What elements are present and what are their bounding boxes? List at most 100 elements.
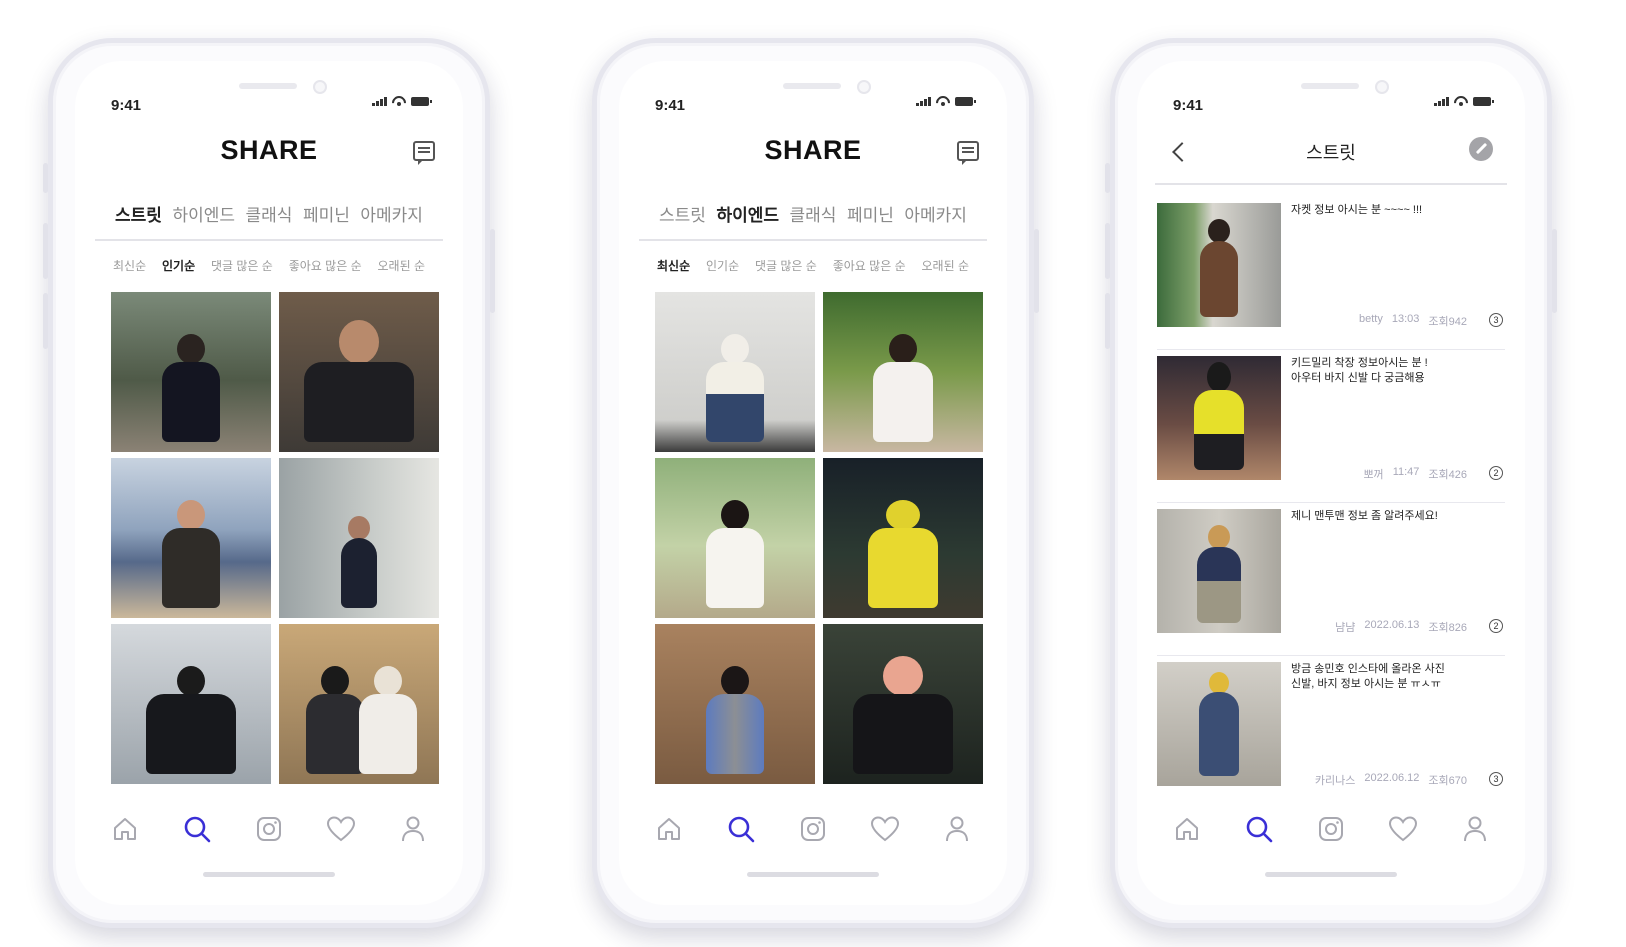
post-list: 자켓 정보 아시는 분 ~~~~ !!! betty 13:03 조회942 3… <box>1157 197 1505 808</box>
comment-count-badge: 2 <box>1489 619 1503 633</box>
post-thumbnail <box>1157 509 1281 633</box>
sort-latest[interactable]: 최신순 <box>113 257 146 274</box>
tab-amekaji[interactable]: 아메카지 <box>360 193 423 239</box>
pencil-icon[interactable] <box>1469 137 1493 161</box>
photo-thumbnail[interactable] <box>823 624 983 784</box>
wifi-icon <box>392 96 406 106</box>
sort-latest[interactable]: 최신순 <box>657 257 690 274</box>
wifi-icon <box>936 96 950 106</box>
post-views: 조회826 <box>1428 622 1467 634</box>
battery-icon <box>1473 97 1494 106</box>
home-icon[interactable] <box>109 813 141 845</box>
instagram-icon[interactable] <box>1315 813 1347 845</box>
list-item[interactable]: 제니 맨투맨 정보 좀 알려주세요! 냠냠 2022.06.13 조회826 2 <box>1157 503 1505 656</box>
tab-classic[interactable]: 클래식 <box>246 193 293 239</box>
post-views: 조회942 <box>1428 316 1467 328</box>
home-indicator <box>1265 872 1397 877</box>
list-item[interactable]: 자켓 정보 아시는 분 ~~~~ !!! betty 13:03 조회942 3 <box>1157 197 1505 350</box>
post-time: 2022.06.12 <box>1364 772 1420 784</box>
wifi-icon <box>1454 96 1468 106</box>
tab-street[interactable]: 스트릿 <box>115 193 162 239</box>
sort-popular[interactable]: 인기순 <box>162 257 195 274</box>
chat-icon[interactable] <box>957 141 979 165</box>
home-icon[interactable] <box>1171 813 1203 845</box>
profile-icon[interactable] <box>1459 813 1491 845</box>
sort-options: 최신순 인기순 댓글 많은 순 좋아요 많은 순 오래된 순 <box>657 257 969 274</box>
sort-oldest[interactable]: 오래된 순 <box>921 257 969 274</box>
photo-thumbnail[interactable] <box>279 458 439 618</box>
post-title: 자켓 정보 아시는 분 ~~~~ !!! <box>1291 204 1423 216</box>
comment-count-badge: 3 <box>1489 772 1503 786</box>
sort-most-likes[interactable]: 좋아요 많은 순 <box>289 257 362 274</box>
phone-frame-2: 9:41 SHARE 스트릿 하이엔드 클래식 페미닌 아메카지 최신순 인기순… <box>592 38 1039 928</box>
photo-thumbnail[interactable] <box>279 292 439 452</box>
sort-oldest[interactable]: 오래된 순 <box>377 257 425 274</box>
post-author: 카리나스 <box>1314 775 1356 787</box>
tab-feminine[interactable]: 페미닌 <box>847 193 894 239</box>
post-time: 2022.06.13 <box>1364 619 1420 631</box>
photo-thumbnail[interactable] <box>279 624 439 784</box>
tab-highend[interactable]: 하이엔드 <box>172 193 235 239</box>
battery-icon <box>411 97 432 106</box>
post-meta: 뽀꺼 11:47 조회426 <box>1363 466 1467 482</box>
tab-amekaji[interactable]: 아메카지 <box>904 193 967 239</box>
chat-icon[interactable] <box>413 141 435 165</box>
heart-icon[interactable] <box>1387 813 1419 845</box>
search-icon[interactable] <box>725 813 757 845</box>
post-meta: 카리나스 2022.06.12 조회670 <box>1315 772 1467 788</box>
home-indicator <box>747 872 879 877</box>
photo-thumbnail[interactable] <box>823 458 983 618</box>
photo-thumbnail[interactable] <box>655 458 815 618</box>
search-icon[interactable] <box>1243 813 1275 845</box>
instagram-icon[interactable] <box>797 813 829 845</box>
profile-icon[interactable] <box>941 813 973 845</box>
status-icons <box>916 96 976 106</box>
category-tabs: 스트릿 하이엔드 클래식 페미닌 아메카지 <box>639 193 987 241</box>
heart-icon[interactable] <box>325 813 357 845</box>
tab-feminine[interactable]: 페미닌 <box>303 193 350 239</box>
category-tabs: 스트릿 하이엔드 클래식 페미닌 아메카지 <box>95 193 443 241</box>
front-camera <box>313 80 327 94</box>
list-item[interactable]: 방금 송민호 인스타에 올라온 사진 신발, 바지 정보 아시는 분 ㅠㅅㅠ 카… <box>1157 656 1505 808</box>
phone-frame-3: 9:41 스트릿 자켓 정보 아시는 분 ~~~~ !!! betty 13:0… <box>1105 38 1557 928</box>
divider <box>1155 183 1507 185</box>
post-title: 방금 송민호 인스타에 올라온 사진 신발, 바지 정보 아시는 분 ㅠㅅㅠ <box>1291 663 1445 690</box>
page-title: 스트릿 <box>1306 143 1356 163</box>
home-icon[interactable] <box>653 813 685 845</box>
profile-icon[interactable] <box>397 813 429 845</box>
bottom-nav <box>1137 813 1525 845</box>
instagram-icon[interactable] <box>253 813 285 845</box>
photo-thumbnail[interactable] <box>655 624 815 784</box>
photo-thumbnail[interactable] <box>111 624 271 784</box>
search-icon[interactable] <box>181 813 213 845</box>
photo-thumbnail[interactable] <box>823 292 983 452</box>
screen-share-highend: 9:41 SHARE 스트릿 하이엔드 클래식 페미닌 아메카지 최신순 인기순… <box>619 61 1007 905</box>
tab-highend[interactable]: 하이엔드 <box>716 193 779 239</box>
heart-icon[interactable] <box>869 813 901 845</box>
post-thumbnail <box>1157 662 1281 786</box>
brand-title: SHARE <box>764 135 862 165</box>
sort-most-likes[interactable]: 좋아요 많은 순 <box>833 257 906 274</box>
photo-grid <box>655 292 991 784</box>
post-views: 조회670 <box>1428 775 1467 787</box>
status-time: 9:41 <box>1173 97 1204 114</box>
photo-thumbnail[interactable] <box>111 292 271 452</box>
photo-thumbnail[interactable] <box>111 458 271 618</box>
tab-classic[interactable]: 클래식 <box>790 193 837 239</box>
post-meta: betty 13:03 조회942 <box>1359 313 1467 329</box>
status-time: 9:41 <box>655 97 686 114</box>
home-indicator <box>203 872 335 877</box>
screen-street-board: 9:41 스트릿 자켓 정보 아시는 분 ~~~~ !!! betty 13:0… <box>1137 61 1525 905</box>
sort-most-comments[interactable]: 댓글 많은 순 <box>755 257 817 274</box>
post-views: 조회426 <box>1428 469 1467 481</box>
list-item[interactable]: 키드밀리 착장 정보아시는 분 ! 아우터 바지 신발 다 궁금해용 뽀꺼 11… <box>1157 350 1505 503</box>
comment-count-badge: 2 <box>1489 466 1503 480</box>
signal-icon <box>1434 97 1449 106</box>
bottom-nav <box>619 813 1007 845</box>
sort-popular[interactable]: 인기순 <box>706 257 739 274</box>
photo-thumbnail[interactable] <box>655 292 815 452</box>
status-icons <box>372 96 432 106</box>
tab-street[interactable]: 스트릿 <box>659 193 706 239</box>
sort-most-comments[interactable]: 댓글 많은 순 <box>211 257 273 274</box>
bottom-nav <box>75 813 463 845</box>
